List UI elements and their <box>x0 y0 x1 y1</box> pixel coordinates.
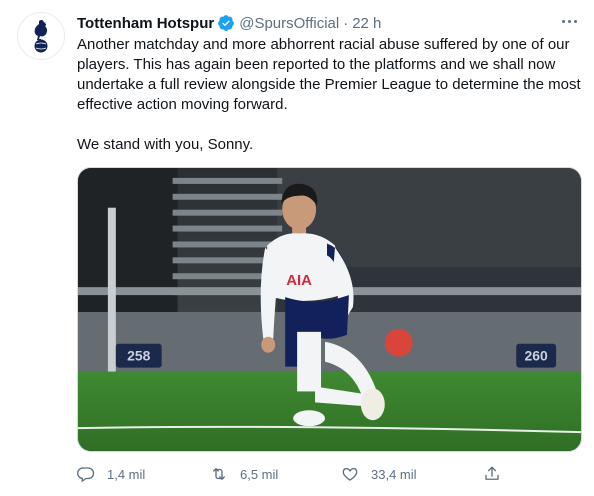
tweet-photo[interactable]: 258 260 AIA <box>77 167 582 452</box>
like-count: 33,4 mil <box>371 466 417 482</box>
tweet-text: Another matchday and more abhorrent raci… <box>77 35 582 155</box>
retweet-count: 6,5 mil <box>240 466 279 482</box>
board-right-number: 260 <box>525 348 549 364</box>
share-button[interactable] <box>483 465 501 483</box>
like-button[interactable]: 33,4 mil <box>341 465 417 483</box>
tweet-timestamp[interactable]: 22 h <box>352 15 381 32</box>
retweet-icon <box>213 468 225 480</box>
spurs-cockerel-logo <box>34 19 48 53</box>
verified-badge-icon <box>217 14 235 32</box>
tweet-actions: 1,4 mil 6,5 mil 33,4 mil <box>77 462 499 486</box>
tweet-card[interactable]: Tottenham Hotspur @SpursOfficial · 22 h … <box>0 0 594 496</box>
author-handle[interactable]: @SpursOfficial <box>239 15 339 32</box>
heart-icon <box>342 467 358 481</box>
reply-count: 1,4 mil <box>107 466 146 482</box>
tweet-paragraph-1: Another matchday and more abhorrent raci… <box>77 36 581 113</box>
tweet-paragraph-2: We stand with you, Sonny. <box>77 136 254 153</box>
tweet-header: Tottenham Hotspur @SpursOfficial · 22 h <box>77 13 381 33</box>
author-name[interactable]: Tottenham Hotspur <box>77 15 214 32</box>
shirt-sponsor: AIA <box>286 273 312 289</box>
reply-icon <box>77 467 95 483</box>
more-options-icon[interactable] <box>558 11 580 31</box>
retweet-button[interactable]: 6,5 mil <box>210 465 278 483</box>
share-icon <box>485 466 499 480</box>
photo-player-kneeling: 258 260 AIA <box>78 168 581 451</box>
author-avatar[interactable] <box>17 12 65 60</box>
reply-button[interactable]: 1,4 mil <box>77 465 145 483</box>
header-separator: · <box>343 14 349 32</box>
board-left-number: 258 <box>127 348 151 364</box>
